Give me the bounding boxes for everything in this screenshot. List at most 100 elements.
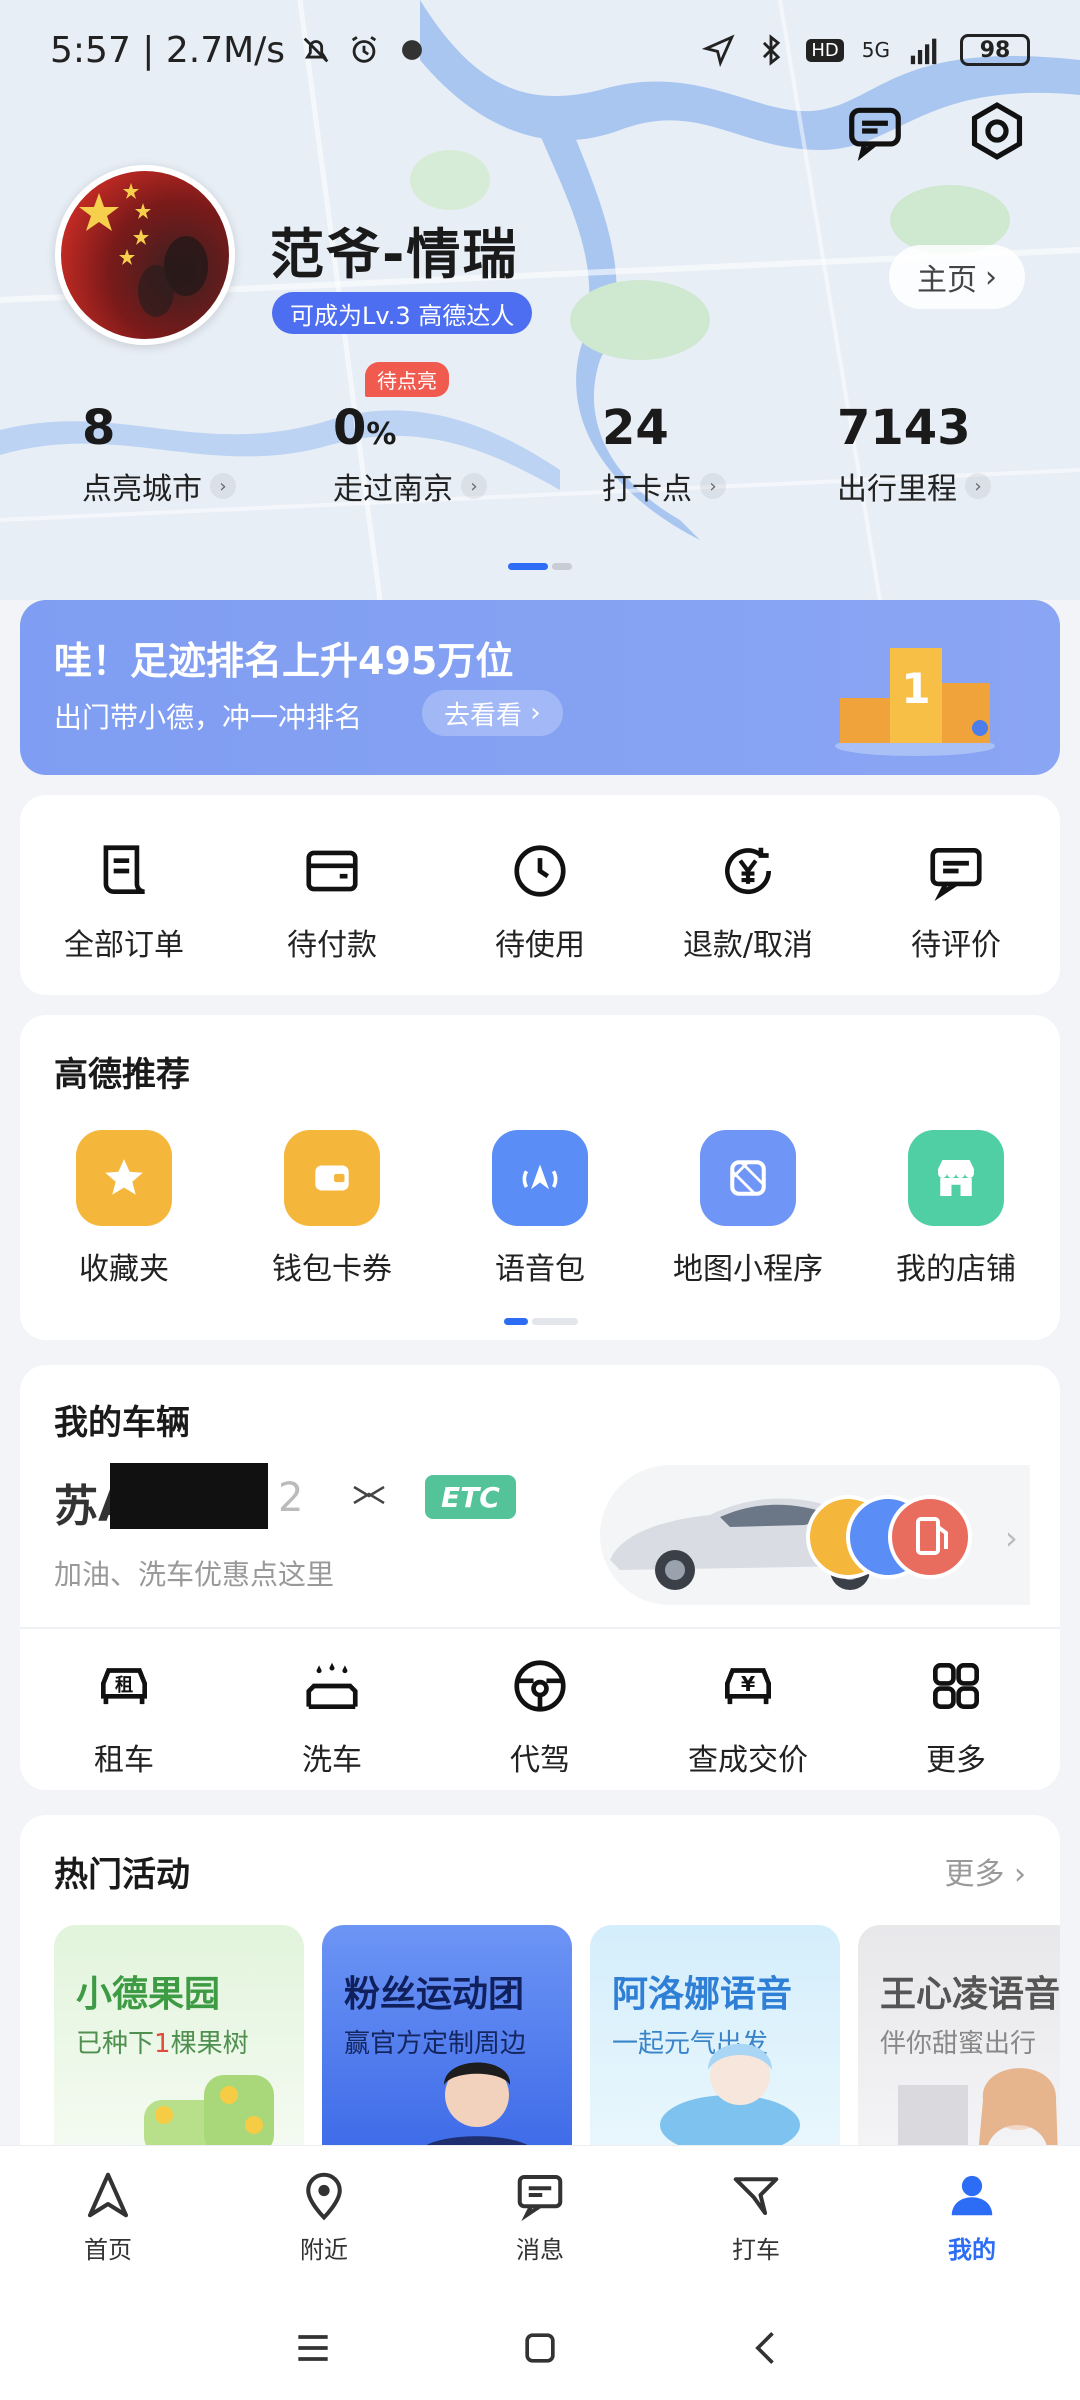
- nav-label: 消息: [516, 2236, 564, 2264]
- chevron-right-icon: ›: [461, 473, 487, 499]
- service-car-wash[interactable]: 洗车: [228, 1655, 436, 1779]
- network-indicator: 5G: [861, 38, 890, 62]
- order-label: 全部订单: [64, 928, 184, 963]
- recommend-title: 高德推荐: [54, 1055, 190, 1095]
- recommend-label: 语音包: [495, 1252, 585, 1287]
- activity-card-fan-club[interactable]: 粉丝运动团 赢官方定制周边: [322, 1925, 572, 2155]
- svg-text:租: 租: [115, 1674, 133, 1696]
- nav-taxi[interactable]: 打车: [648, 2146, 864, 2295]
- service-label: 租车: [94, 1743, 154, 1778]
- level-badge[interactable]: 可成为Lv.3 高德达人: [272, 292, 533, 334]
- etc-badge[interactable]: ETC: [425, 1475, 516, 1519]
- order-pending-payment[interactable]: 待付款: [228, 840, 436, 964]
- location-pin-icon: [306, 2172, 342, 2221]
- alarm-icon: [351, 36, 377, 63]
- svg-text:1: 1: [901, 664, 930, 713]
- grid-more-icon: [933, 1663, 979, 1709]
- stat-mileage[interactable]: 7143 出行里程 ›: [837, 400, 991, 508]
- navigation-arrow-icon: [87, 2172, 129, 2218]
- page-indicator: [508, 563, 572, 570]
- location-arrow-icon: [702, 34, 735, 67]
- service-rent-car[interactable]: 租 租车: [20, 1655, 228, 1779]
- vehicle-services-panel[interactable]: ›: [600, 1465, 1030, 1605]
- message-board-icon[interactable]: [844, 100, 906, 162]
- user-icon: [951, 2175, 993, 2216]
- store-icon: [908, 1130, 1004, 1226]
- activity-card-orchard[interactable]: 小德果园 已种下1棵果树: [54, 1925, 304, 2155]
- map-miniprogram-icon: [700, 1130, 796, 1226]
- vehicle-title: 我的车辆: [54, 1403, 190, 1443]
- order-pending-review[interactable]: 待评价: [852, 840, 1060, 964]
- stat-value: 8: [82, 400, 116, 456]
- orchard-trees-icon: [144, 2075, 274, 2155]
- recommend-favorites[interactable]: 收藏夹: [20, 1130, 228, 1288]
- podium-icon: 1: [835, 648, 995, 756]
- status-time-speed: 5:57 | 2.7M/s: [50, 29, 286, 71]
- service-label: 更多: [926, 1743, 986, 1778]
- service-label: 代驾: [510, 1743, 570, 1778]
- wallet-icon: [306, 850, 358, 892]
- service-label: 查成交价: [688, 1743, 808, 1778]
- nav-me[interactable]: 我的: [864, 2146, 1080, 2295]
- service-label: 洗车: [302, 1743, 362, 1778]
- back-icon[interactable]: [745, 2326, 789, 2370]
- more-label: 更多: [944, 1857, 1005, 1892]
- recommend-my-store[interactable]: 我的店铺: [852, 1130, 1060, 1288]
- voice-navigation-icon: [492, 1130, 588, 1226]
- steering-wheel-icon: [514, 1660, 566, 1712]
- banner-go-button[interactable]: 去看看 ›: [422, 690, 563, 736]
- order-refund[interactable]: 退款/取消: [644, 840, 852, 964]
- notification-dot-icon: [402, 40, 422, 60]
- star-icon: [76, 1130, 172, 1226]
- vehicle-card: 我的车辆 苏A 2 ETC 加油、洗车优惠点这里 › 租 租车 洗车 代驾 ¥ …: [20, 1365, 1060, 1790]
- home-square-icon[interactable]: [518, 2326, 562, 2370]
- chevron-right-icon: ›: [210, 473, 236, 499]
- service-designated-driver[interactable]: 代驾: [436, 1655, 644, 1779]
- order-label: 待付款: [287, 928, 377, 963]
- bluetooth-icon: [763, 34, 781, 66]
- nav-label: 打车: [732, 2236, 780, 2264]
- username: 范爷-情瑞: [270, 223, 519, 286]
- order-pending-use[interactable]: 待使用: [436, 840, 644, 964]
- avatar[interactable]: [55, 165, 235, 345]
- banner-go-label: 去看看: [444, 700, 523, 731]
- nav-nearby[interactable]: 附近: [216, 2146, 432, 2295]
- nav-home[interactable]: 首页: [0, 2146, 216, 2295]
- stat-checkins[interactable]: 24 打卡点 ›: [602, 400, 726, 508]
- settings-icon[interactable]: [966, 100, 1028, 162]
- home-button[interactable]: 主页 ›: [889, 245, 1025, 309]
- activities-more-link[interactable]: 更多 ›: [944, 1849, 1026, 1893]
- home-button-label: 主页: [917, 263, 977, 298]
- xpeng-logo-icon: [353, 1485, 385, 1505]
- order-all[interactable]: 全部订单: [20, 840, 228, 964]
- car-wash-icon: [306, 1662, 358, 1709]
- stat-lit-cities[interactable]: 8 点亮城市 ›: [82, 400, 236, 508]
- vehicle-subtitle[interactable]: 加油、洗车优惠点这里: [54, 1553, 334, 1593]
- stat-nanjing[interactable]: 待点亮 0% 走过南京 ›: [333, 362, 487, 508]
- stat-value: 24: [602, 400, 669, 456]
- recommend-label: 我的店铺: [896, 1252, 1016, 1287]
- rent-car-icon: 租: [101, 1668, 147, 1705]
- stat-label: 打卡点: [602, 472, 692, 507]
- service-more[interactable]: 更多: [852, 1655, 1060, 1779]
- bottom-navigation: 首页 附近 消息 打车 我的: [0, 2145, 1080, 2295]
- activity-card-arona-voice[interactable]: 阿洛娜语音 一起元气出发: [590, 1925, 840, 2155]
- hd-indicator: HD: [806, 38, 844, 62]
- activity-card-wang-voice[interactable]: 王心凌语音 伴你甜蜜出行: [858, 1925, 1060, 2155]
- stat-unit: %: [366, 417, 397, 452]
- ranking-banner[interactable]: 哇！足迹排名上升495万位 出门带小德，冲一冲排名 去看看 › 1: [20, 600, 1060, 775]
- carousel-indicator: [504, 1318, 578, 1325]
- recommend-mini-program[interactable]: 地图小程序: [644, 1130, 852, 1288]
- car-price-icon: ¥: [725, 1668, 771, 1705]
- stat-value: 7143: [837, 400, 971, 456]
- stat-value: 0: [333, 400, 367, 456]
- order-label: 待使用: [495, 928, 585, 963]
- menu-icon[interactable]: [291, 2326, 335, 2370]
- recommend-wallet[interactable]: 钱包卡券: [228, 1130, 436, 1288]
- service-car-price[interactable]: ¥ 查成交价: [644, 1655, 852, 1779]
- stat-label: 点亮城市: [82, 472, 202, 507]
- mute-bell-icon: [303, 37, 329, 63]
- status-badge: 待点亮: [365, 362, 449, 397]
- nav-messages[interactable]: 消息: [432, 2146, 648, 2295]
- recommend-voice-pack[interactable]: 语音包: [436, 1130, 644, 1288]
